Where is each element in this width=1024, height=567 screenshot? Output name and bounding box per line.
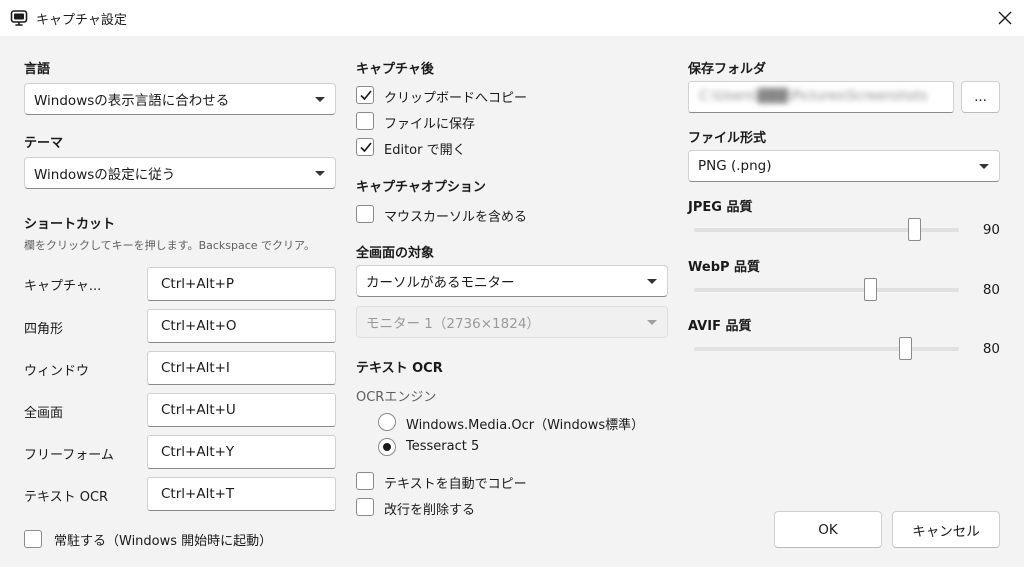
remove-newlines-checkbox[interactable] bbox=[356, 498, 374, 516]
app-monitor-icon bbox=[10, 10, 28, 26]
shortcut-name-rectangle: 四角形 bbox=[24, 322, 64, 337]
checkmark-icon bbox=[360, 90, 372, 101]
chevron-down-icon bbox=[315, 171, 325, 176]
capture-options-label: キャプチャオプション bbox=[356, 180, 486, 195]
shortcut-name-ocr: テキスト OCR bbox=[24, 490, 109, 505]
auto-copy-label: テキストを自動でコピー bbox=[384, 477, 527, 492]
save-file-label: ファイルに保存 bbox=[384, 117, 476, 132]
ocr-engine-windows-label: Windows.Media.Ocr（Windows標準） bbox=[406, 418, 645, 433]
save-file-checkbox[interactable] bbox=[356, 112, 374, 130]
fullscreen-target-label: 全画面の対象 bbox=[356, 246, 435, 261]
shortcut-label: ショートカット bbox=[24, 217, 116, 232]
file-format-select[interactable]: PNG (.png) bbox=[688, 150, 1000, 182]
settings-dialog: キャプチャ設定 言語 Windowsの表示言語に合わせる テーマ Windows… bbox=[0, 0, 1024, 567]
avif-quality-slider-track[interactable] bbox=[694, 347, 959, 351]
ocr-label: テキスト OCR bbox=[356, 361, 443, 376]
chevron-down-icon bbox=[979, 164, 989, 169]
shortcut-input-freeform[interactable]: Ctrl+Alt+Y bbox=[147, 435, 336, 469]
language-select[interactable]: Windowsの表示言語に合わせる bbox=[24, 83, 336, 115]
resident-label: 常駐する（Windows 開始時に起動） bbox=[54, 534, 273, 549]
shortcut-hint: 欄をクリックしてキーを押します。Backspace でクリア。 bbox=[24, 239, 315, 252]
shortcut-name-freeform: フリーフォーム bbox=[24, 448, 114, 463]
include-cursor-label: マウスカーソルを含める bbox=[384, 210, 528, 225]
ocr-engine-tesseract-label: Tesseract 5 bbox=[406, 439, 480, 454]
theme-label: テーマ bbox=[24, 136, 64, 151]
auto-copy-checkbox[interactable] bbox=[356, 472, 374, 490]
ocr-engine-windows-radio[interactable] bbox=[378, 413, 396, 431]
close-button[interactable] bbox=[986, 0, 1024, 36]
webp-quality-slider-thumb[interactable] bbox=[864, 278, 877, 301]
ok-button[interactable]: OK bbox=[774, 511, 882, 548]
open-editor-checkbox[interactable] bbox=[356, 138, 374, 156]
jpeg-quality-value: 90 bbox=[982, 222, 1000, 238]
avif-quality-slider-thumb[interactable] bbox=[899, 337, 912, 360]
fullscreen-target-select[interactable]: カーソルがあるモニター bbox=[356, 265, 668, 297]
copy-clipboard-checkbox[interactable] bbox=[356, 86, 374, 104]
remove-newlines-label: 改行を削除する bbox=[384, 503, 476, 518]
webp-quality-slider-track[interactable] bbox=[694, 288, 959, 292]
chevron-down-icon bbox=[315, 97, 325, 102]
chevron-down-icon bbox=[647, 279, 657, 284]
file-format-value: PNG (.png) bbox=[698, 158, 772, 174]
save-folder-input[interactable]: C:\Users\███\Pictures\Screenshots bbox=[688, 81, 954, 113]
webp-quality-label: WebP 品質 bbox=[688, 260, 761, 275]
avif-quality-label: AVIF 品質 bbox=[688, 319, 752, 334]
theme-select[interactable]: Windowsの設定に従う bbox=[24, 157, 336, 189]
checkmark-icon bbox=[360, 142, 372, 153]
chevron-down-icon bbox=[647, 320, 657, 325]
resident-checkbox[interactable] bbox=[24, 530, 42, 548]
monitor-value: モニター 1（2736×1824） bbox=[366, 316, 540, 332]
language-label: 言語 bbox=[24, 62, 51, 77]
fullscreen-target-value: カーソルがあるモニター bbox=[366, 275, 515, 291]
save-folder-value: C:\Users\███\Pictures\Screenshots bbox=[699, 89, 928, 104]
file-format-label: ファイル形式 bbox=[688, 131, 767, 146]
save-folder-label: 保存フォルダ bbox=[688, 62, 767, 77]
include-cursor-checkbox[interactable] bbox=[356, 205, 374, 223]
browse-folder-button[interactable]: ... bbox=[961, 81, 1000, 113]
close-icon bbox=[998, 11, 1012, 25]
jpeg-quality-label: JPEG 品質 bbox=[688, 200, 753, 215]
shortcut-input-window[interactable]: Ctrl+Alt+I bbox=[147, 351, 336, 385]
cancel-button[interactable]: キャンセル bbox=[892, 511, 1000, 548]
shortcut-input-capture[interactable]: Ctrl+Alt+P bbox=[147, 267, 336, 301]
ocr-engine-label: OCRエンジン bbox=[356, 390, 437, 405]
shortcut-name-window: ウィンドウ bbox=[24, 364, 90, 379]
shortcut-input-fullscreen[interactable]: Ctrl+Alt+U bbox=[147, 393, 336, 427]
shortcut-name-fullscreen: 全画面 bbox=[24, 406, 64, 421]
monitor-select: モニター 1（2736×1824） bbox=[356, 306, 668, 338]
shortcut-input-ocr[interactable]: Ctrl+Alt+T bbox=[147, 477, 336, 511]
title-bar: キャプチャ設定 bbox=[0, 0, 1024, 36]
dialog-content: 言語 Windowsの表示言語に合わせる テーマ Windowsの設定に従う シ… bbox=[0, 36, 1024, 567]
avif-quality-value: 80 bbox=[982, 341, 1000, 357]
webp-quality-value: 80 bbox=[982, 282, 1000, 298]
shortcut-input-rectangle[interactable]: Ctrl+Alt+O bbox=[147, 309, 336, 343]
theme-value: Windowsの設定に従う bbox=[34, 167, 176, 183]
ocr-engine-tesseract-radio[interactable] bbox=[378, 438, 396, 456]
open-editor-label: Editor で開く bbox=[384, 143, 466, 158]
copy-clipboard-label: クリップボードへコピー bbox=[384, 91, 528, 106]
shortcut-name-capture: キャプチャ... bbox=[24, 279, 102, 294]
after-capture-label: キャプチャ後 bbox=[356, 62, 434, 77]
language-value: Windowsの表示言語に合わせる bbox=[34, 93, 230, 109]
window-title: キャプチャ設定 bbox=[36, 13, 127, 28]
jpeg-quality-slider-thumb[interactable] bbox=[908, 218, 921, 241]
